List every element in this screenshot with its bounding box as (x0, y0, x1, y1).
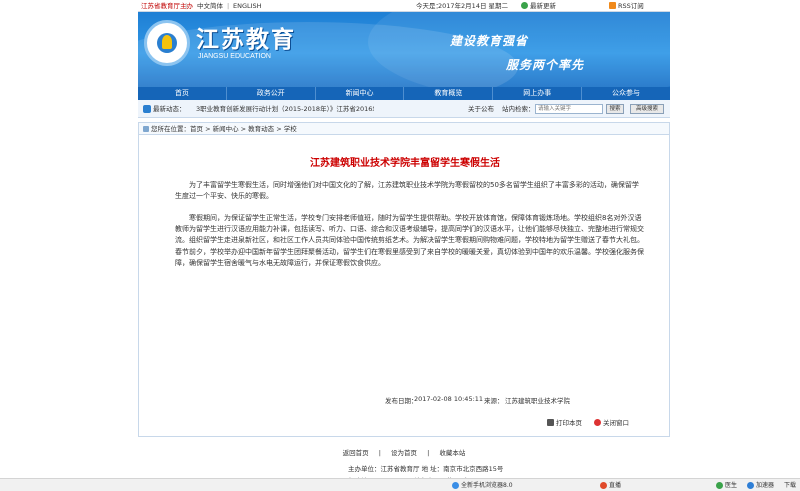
article-paragraph: 为了丰富留学生寒假生活，同时增强他们对中国文化的了解，江苏建筑职业技术学院为寒假… (175, 180, 645, 202)
publish-date-label: 发布日期： (385, 397, 418, 405)
close-window-button[interactable]: 关闭窗口 (594, 417, 629, 427)
speed-icon (747, 482, 754, 489)
speed-label[interactable]: 加速器 (756, 482, 774, 489)
breadcrumb-text[interactable]: 您所在位置：首页 > 新闻中心 > 教育动态 > 学校 (151, 125, 297, 133)
footer-separator: | (378, 449, 381, 457)
set-homepage-link[interactable]: 设为首页 (391, 449, 417, 457)
top-bar: 江苏省教育厅主办 | 中文简体 | ENGLISH 今天是： 2017年2月14… (138, 0, 670, 12)
slogan-line-1: 建设教育强省 (450, 34, 529, 48)
update-icon (521, 2, 528, 9)
latest-update-link[interactable]: 最新更新 (530, 2, 556, 10)
browser-icon (452, 482, 459, 489)
doctor-icon (716, 482, 723, 489)
location-icon (143, 126, 149, 132)
search-button[interactable]: 搜索 (606, 104, 624, 114)
nav-item-home[interactable]: 首页 (138, 87, 227, 100)
back-home-link[interactable]: 返回首页 (343, 449, 369, 457)
footer-links: 返回首页 | 设为首页 | 收藏本站 (138, 447, 670, 457)
logo-emblem-icon[interactable] (144, 20, 190, 66)
nav-item-participation[interactable]: 公众参与 (582, 87, 670, 100)
nav-item-government[interactable]: 政务公开 (227, 87, 316, 100)
nav-item-news[interactable]: 新闻中心 (316, 87, 405, 100)
nav-item-overview[interactable]: 教育概览 (404, 87, 494, 100)
advanced-search-button[interactable]: 高级搜索 (630, 104, 664, 114)
lang-cn-link[interactable]: 中文简体 (197, 2, 223, 10)
banner-decoration (368, 12, 670, 87)
paragraph-text: 为了丰富留学生寒假生活，同时增强他们对中国文化的了解，江苏建筑职业技术学院为寒假… (175, 181, 639, 201)
lang-en-link[interactable]: ENGLISH (233, 2, 262, 10)
footer-separator: | (427, 449, 430, 457)
live-icon (600, 482, 607, 489)
source-label: 来源： (484, 397, 504, 405)
download-label[interactable]: 下载 (784, 482, 796, 489)
breadcrumb: 您所在位置：首页 > 新闻中心 > 教育动态 > 学校 (138, 122, 670, 135)
site-logo-subtitle: JIANGSU EDUCATION (198, 53, 271, 60)
slogan-line-2: 服务两个率先 (506, 58, 585, 72)
article-panel: 江苏建筑职业技术学院丰富留学生寒假生活 为了丰富留学生寒假生活，同时增强他们对中… (138, 135, 670, 436)
speaker-icon (143, 105, 151, 113)
close-icon (594, 419, 601, 426)
separator: | (185, 2, 188, 10)
search-input[interactable] (535, 104, 603, 114)
rss-icon (609, 2, 616, 9)
paragraph-text: 寒假期间，为保证留学生正常生活，学校专门安排老师值班，随时为留学生提供帮助。学校… (175, 214, 644, 267)
browser-promo[interactable]: 全新手机浏览器8.0 (461, 482, 513, 489)
separator: | (227, 2, 230, 10)
page: 江苏省教育厅主办 | 中文简体 | ENGLISH 今天是： 2017年2月14… (0, 0, 800, 491)
latest-news-ticker[interactable]: 3职业教育创新发展行动计划（2015-2018年）》江苏省2016年… (196, 105, 374, 113)
main-nav: 首页 政务公开 新闻中心 教育概览 网上办事 公众参与 (138, 87, 670, 100)
site-logo-title[interactable]: 江苏教育 (196, 20, 296, 54)
bookmark-link[interactable]: 收藏本站 (439, 449, 465, 457)
doctor-label[interactable]: 医生 (725, 482, 737, 489)
live-label[interactable]: 直播 (609, 482, 621, 489)
latest-news-label: 最新动态： (153, 105, 186, 113)
site-search-label: 站内检索： (502, 105, 535, 113)
print-page-button[interactable]: 打印本页 (547, 417, 582, 427)
emblem-leaf (162, 35, 172, 49)
header-banner: 江苏教育 JIANGSU EDUCATION 建设教育强省 服务两个率先 (138, 12, 670, 87)
announcement-link[interactable]: 关于公布 (468, 105, 494, 113)
article-paragraph: 寒假期间，为保证留学生正常生活，学校专门安排老师值班，随时为留学生提供帮助。学校… (175, 213, 645, 269)
nav-item-online-service[interactable]: 网上办事 (493, 87, 583, 100)
publish-date: 2017-02-08 10:45:11 (414, 395, 484, 403)
print-label: 打印本页 (556, 419, 582, 427)
printer-icon (547, 419, 554, 426)
source-value: 江苏建筑职业技术学院 (505, 397, 570, 405)
rss-link[interactable]: RSS订阅 (618, 2, 644, 10)
browser-status-bar: 全新手机浏览器8.0 直播 医生 加速器 下载 (0, 478, 800, 491)
footer-organizer: 主办单位：江苏省教育厅 地 址：南京市北京西路15号 (348, 465, 504, 473)
news-search-strip: 最新动态： 3职业教育创新发展行动计划（2015-2018年）》江苏省2016年… (138, 100, 670, 118)
current-date: 2017年2月14日 星期二 (438, 2, 509, 10)
article-title: 江苏建筑职业技术学院丰富留学生寒假生活 (310, 158, 500, 169)
close-label: 关闭窗口 (603, 419, 629, 427)
